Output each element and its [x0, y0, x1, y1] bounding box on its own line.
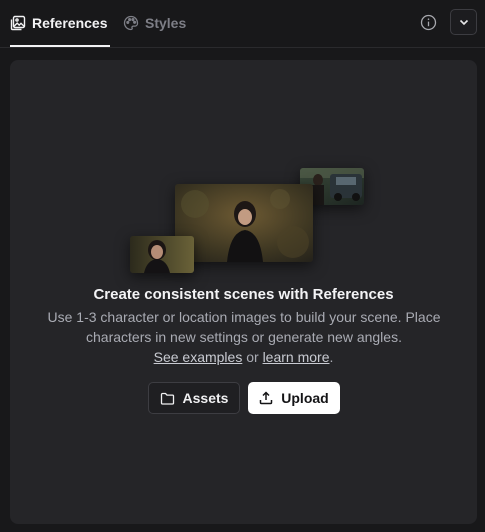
empty-state-title: Create consistent scenes with References	[93, 286, 394, 303]
image-gallery-icon	[10, 15, 26, 31]
empty-state-description: Use 1-3 character or location images to …	[47, 309, 441, 345]
references-empty-panel: Create consistent scenes with References…	[10, 60, 477, 524]
upload-button[interactable]: Upload	[248, 382, 340, 414]
assets-button-label: Assets	[182, 390, 229, 406]
palette-icon	[123, 15, 139, 31]
tab-styles-label: Styles	[145, 15, 187, 31]
tab-references[interactable]: References	[10, 0, 109, 47]
upload-icon	[259, 391, 273, 405]
chevron-down-icon	[459, 19, 468, 26]
tab-styles[interactable]: Styles	[123, 0, 186, 46]
see-examples-link[interactable]: See examples	[154, 349, 243, 365]
info-icon	[420, 14, 436, 30]
dropdown-button[interactable]	[450, 9, 477, 35]
learn-more-link[interactable]: learn more	[263, 349, 330, 365]
tab-references-label: References	[32, 15, 108, 31]
folder-icon	[160, 392, 175, 405]
help-links: See examples or learn more.	[10, 347, 477, 367]
preview-image-portrait-forest	[175, 184, 313, 262]
or-text: or	[242, 349, 263, 365]
assets-button[interactable]: Assets	[148, 382, 240, 414]
period-text: .	[329, 349, 334, 365]
upload-button-label: Upload	[281, 390, 329, 406]
preview-image-woman-closeup	[130, 236, 194, 273]
tab-bar: References Styles	[0, 0, 485, 48]
info-button[interactable]	[418, 12, 438, 32]
